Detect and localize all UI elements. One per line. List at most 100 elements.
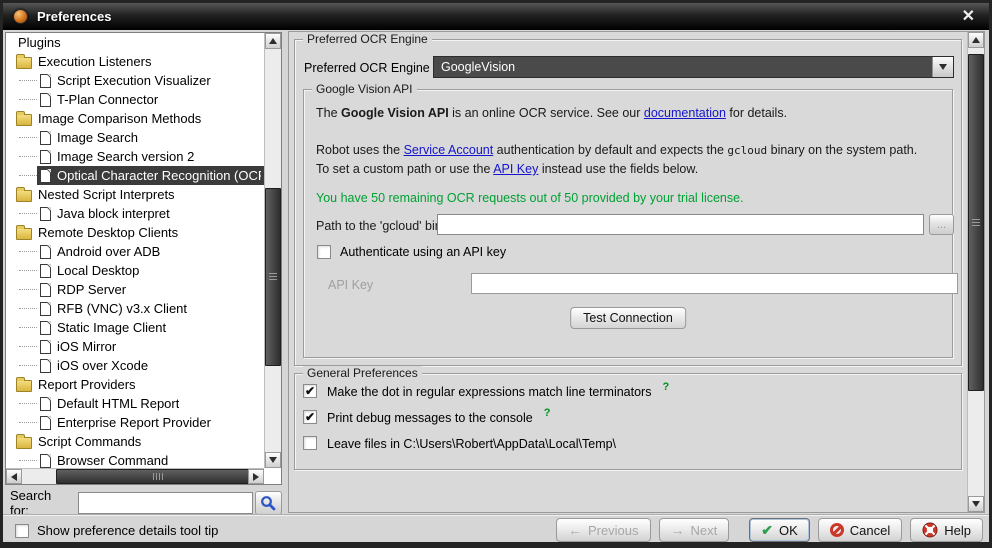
- settings-panel: Preferred OCR Engine Preferred OCR Engin…: [288, 31, 985, 513]
- scroll-left-button[interactable]: [6, 469, 22, 484]
- ok-button[interactable]: ✔ OK: [749, 518, 810, 542]
- tree-item[interactable]: Nested Script Interprets: [6, 185, 264, 204]
- ocr-engine-select[interactable]: GoogleVision: [433, 56, 954, 78]
- test-connection-button[interactable]: Test Connection: [570, 307, 686, 329]
- help-question-icon[interactable]: ?: [544, 407, 551, 419]
- tree-item[interactable]: Image Search: [6, 128, 264, 147]
- tree-item[interactable]: Image Search version 2: [6, 147, 264, 166]
- tree-scroll-thumb[interactable]: [265, 188, 281, 366]
- settings-scroll-thumb[interactable]: [968, 54, 984, 391]
- tree-item-label: RFB (VNC) v3.x Client: [57, 301, 187, 316]
- documentation-link[interactable]: documentation: [644, 106, 726, 120]
- tree-item[interactable]: Default HTML Report: [6, 394, 264, 413]
- authenticate-api-key-label: Authenticate using an API key: [340, 245, 506, 259]
- previous-button[interactable]: ← Previous: [556, 518, 651, 542]
- tree-item[interactable]: Image Comparison Methods: [6, 109, 264, 128]
- preference-row: Print debug messages to the console ?: [303, 410, 953, 436]
- search-button[interactable]: [255, 491, 282, 515]
- tree-item-cell: Image Search: [37, 128, 264, 147]
- title-bar[interactable]: Preferences ✕: [3, 3, 989, 30]
- show-tooltip-checkbox[interactable]: [15, 524, 29, 538]
- cancel-button[interactable]: Cancel: [818, 518, 902, 542]
- tree-item[interactable]: Remote Desktop Clients: [6, 223, 264, 242]
- tree-item-label: Static Image Client: [57, 320, 166, 335]
- help-button[interactable]: Help: [910, 518, 983, 542]
- preference-checkbox[interactable]: [303, 436, 317, 450]
- browse-button[interactable]: ...: [929, 214, 954, 235]
- tree-item[interactable]: T-Plan Connector: [6, 90, 264, 109]
- vision-custom-path-text: To set a custom path or use the API Key …: [316, 162, 698, 176]
- tree-item-cell: Image Comparison Methods: [13, 109, 264, 128]
- search-input[interactable]: [78, 492, 253, 514]
- preferences-tree-panel: Plugins Execution Listeners Script Execu…: [5, 32, 282, 485]
- tree-item[interactable]: Optical Character Recognition (OCR): [6, 166, 264, 185]
- tooltip-preference-row: Show preference details tool tip: [15, 523, 218, 538]
- tree-icon: [40, 454, 51, 468]
- scroll-up-button[interactable]: [265, 33, 281, 49]
- tree-item[interactable]: Local Desktop: [6, 261, 264, 280]
- api-key-input[interactable]: [471, 273, 958, 294]
- tree-item-cell: Nested Script Interprets: [13, 185, 264, 204]
- tree-connector: [19, 80, 37, 81]
- tree-icon: [40, 131, 51, 145]
- tree-item[interactable]: iOS over Xcode: [6, 356, 264, 375]
- group-title: Google Vision API: [312, 82, 417, 96]
- tree-icon: [40, 245, 51, 259]
- ok-label: OK: [779, 523, 798, 538]
- tree-item[interactable]: Plugins: [6, 33, 264, 52]
- dropdown-arrow-button[interactable]: [932, 57, 953, 77]
- preference-checkbox[interactable]: [303, 410, 317, 424]
- authenticate-api-key-checkbox[interactable]: [317, 245, 331, 259]
- tree-horizontal-scrollbar[interactable]: [6, 468, 264, 484]
- gcloud-path-input[interactable]: [437, 214, 924, 235]
- scroll-down-button[interactable]: [968, 496, 984, 512]
- tree-item-cell: Static Image Client: [37, 318, 264, 337]
- tree-hscroll-thumb[interactable]: [56, 469, 261, 484]
- api-key-link[interactable]: API Key: [493, 162, 538, 176]
- preference-label: Print debug messages to the console: [327, 410, 533, 425]
- tree-item[interactable]: Report Providers: [6, 375, 264, 394]
- tree-item[interactable]: Static Image Client: [6, 318, 264, 337]
- tree-connector: [19, 213, 37, 214]
- tree-item[interactable]: Android over ADB: [6, 242, 264, 261]
- close-icon[interactable]: ✕: [958, 9, 979, 25]
- tree-connector: [19, 327, 37, 328]
- tree-item[interactable]: Execution Listeners: [6, 52, 264, 71]
- scroll-up-button[interactable]: [968, 32, 984, 48]
- help-label: Help: [944, 523, 971, 538]
- tree-item-label: iOS Mirror: [57, 339, 116, 354]
- tree-icon: [40, 416, 51, 430]
- tree-item-label: Image Comparison Methods: [38, 111, 201, 126]
- tree-item-cell: RFB (VNC) v3.x Client: [37, 299, 264, 318]
- tree-item-cell: Local Desktop: [37, 261, 264, 280]
- service-account-link[interactable]: Service Account: [404, 143, 494, 157]
- scroll-down-button[interactable]: [265, 452, 281, 468]
- tree-item[interactable]: Enterprise Report Provider: [6, 413, 264, 432]
- tree-item-cell: Script Execution Visualizer: [37, 71, 264, 90]
- tree-icon: [40, 359, 51, 373]
- scroll-right-button[interactable]: [248, 469, 264, 484]
- tree-item-cell: Execution Listeners: [13, 52, 264, 71]
- tree-item[interactable]: Java block interpret: [6, 204, 264, 223]
- tree-item[interactable]: RFB (VNC) v3.x Client: [6, 299, 264, 318]
- tree-item-cell: iOS over Xcode: [37, 356, 264, 375]
- tree-icon: [40, 150, 51, 164]
- tree-item[interactable]: RDP Server: [6, 280, 264, 299]
- tree-item[interactable]: Script Commands: [6, 432, 264, 451]
- next-button[interactable]: → Next: [659, 518, 730, 542]
- help-question-icon[interactable]: ?: [662, 381, 669, 393]
- tree-connector: [19, 422, 37, 423]
- tree-item[interactable]: iOS Mirror: [6, 337, 264, 356]
- text: is an online OCR service. See our: [449, 106, 644, 120]
- up-arrow-icon: [972, 37, 980, 43]
- preference-checkbox[interactable]: [303, 384, 317, 398]
- tree-item-cell: Image Search version 2: [37, 147, 264, 166]
- tree-vertical-scrollbar[interactable]: [264, 33, 281, 468]
- tree-item-label: RDP Server: [57, 282, 126, 297]
- app-icon: [13, 9, 28, 24]
- tree-item[interactable]: Browser Command: [6, 451, 264, 468]
- settings-vertical-scrollbar[interactable]: [967, 32, 984, 512]
- next-label: Next: [691, 523, 718, 538]
- tree-item[interactable]: Script Execution Visualizer: [6, 71, 264, 90]
- ocr-engine-label: Preferred OCR Engine: [304, 61, 430, 75]
